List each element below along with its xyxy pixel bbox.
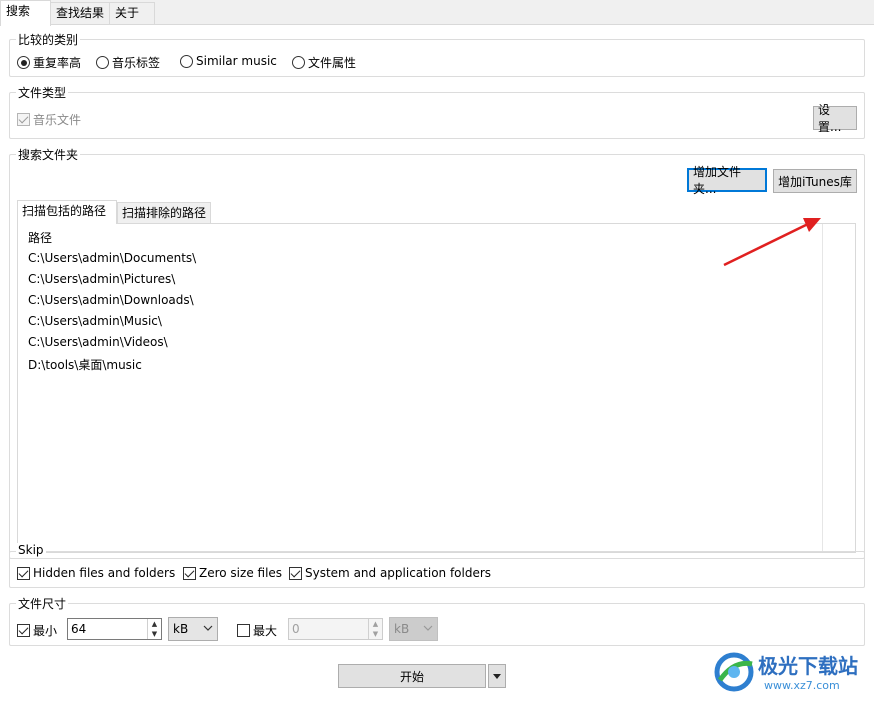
search-page: 比较的类别 重复率高 音乐标签 Similar music 文件属性 文件类型 … <box>0 25 874 704</box>
spinner-arrows[interactable]: ▲ ▼ <box>368 619 382 639</box>
add-itunes-button[interactable]: 增加iTunes库 <box>773 169 857 193</box>
radio-dot <box>17 56 30 69</box>
max-unit-select[interactable]: kB <box>389 617 438 641</box>
tab-include-label: 扫描包括的路径 <box>22 204 107 218</box>
radio-dot <box>96 56 109 69</box>
checkbox-box <box>237 624 250 637</box>
compare-group: 比较的类别 重复率高 音乐标签 Similar music 文件属性 <box>9 31 865 77</box>
start-button[interactable]: 开始 <box>338 664 486 688</box>
radio-dot <box>180 54 193 68</box>
list-item[interactable]: C:\Users\admin\Music\ <box>28 314 162 328</box>
max-unit-value: kB <box>394 622 410 636</box>
checkbox-label: System and application folders <box>305 566 492 580</box>
red-arrow-icon <box>723 218 821 267</box>
min-size-spinner[interactable]: 64 ▲ ▼ <box>67 618 162 640</box>
checkbox-box <box>17 624 30 637</box>
start-dropdown-button[interactable] <box>488 664 506 688</box>
checkbox-box <box>17 566 30 580</box>
radio-dot <box>292 56 305 69</box>
list-item[interactable]: C:\Users\admin\Downloads\ <box>28 293 194 307</box>
tab-results[interactable]: 查找结果 <box>50 2 110 24</box>
radio-label: 文件属性 <box>308 56 357 70</box>
max-size-checkbox[interactable]: 最大 <box>237 622 277 639</box>
compare-group-title: 比较的类别 <box>16 31 81 48</box>
watermark-name: 极光下载站 <box>758 654 858 678</box>
checkbox-label: 最大 <box>253 624 278 638</box>
spinner-arrows[interactable]: ▲ ▼ <box>147 619 161 639</box>
checkbox-label: Zero size files <box>199 566 283 580</box>
checkbox-box <box>289 566 302 580</box>
xz7-logo-icon <box>714 652 754 692</box>
watermark-url: www.xz7.com <box>764 679 840 692</box>
min-size-checkbox[interactable]: 最小 <box>17 622 57 639</box>
chevron-down-icon <box>423 625 433 631</box>
chevron-down-icon <box>203 625 213 631</box>
settings-button-label: 设置... <box>818 103 842 134</box>
spin-down-icon[interactable]: ▼ <box>369 629 382 639</box>
tab-search-label: 搜索 <box>6 4 31 18</box>
paths-list[interactable]: 路径 C:\Users\admin\Documents\ C:\Users\ad… <box>18 224 823 552</box>
checkbox-label: 最小 <box>33 624 58 638</box>
skip-zero-size-checkbox[interactable]: Zero size files <box>183 566 282 580</box>
radio-label: 重复率高 <box>33 56 82 70</box>
list-item[interactable]: C:\Users\admin\Documents\ <box>28 251 196 265</box>
column-header-path: 路径 <box>28 231 53 245</box>
tab-about[interactable]: 关于 <box>109 2 155 24</box>
tab-about-label: 关于 <box>115 6 140 20</box>
tab-include-paths[interactable]: 扫描包括的路径 <box>17 200 117 224</box>
search-folders-title: 搜索文件夹 <box>16 146 81 163</box>
filetype-group-title: 文件类型 <box>16 84 69 101</box>
radio-label: 音乐标签 <box>112 56 161 70</box>
chevron-down-icon <box>493 674 501 679</box>
min-unit-select[interactable]: kB <box>168 617 218 641</box>
add-folder-button[interactable]: 增加文件夹... <box>687 165 767 196</box>
filesize-group-title: 文件尺寸 <box>16 595 69 612</box>
main-tabbar: 搜索 查找结果 关于 <box>0 0 874 26</box>
radio-similar-music[interactable]: Similar music <box>180 54 277 68</box>
settings-button[interactable]: 设置... <box>813 103 857 134</box>
search-folders-group: 搜索文件夹 增加文件夹... 增加iTunes库 扫描包括的路径 扫描排除的路径… <box>9 146 865 559</box>
spin-up-icon[interactable]: ▲ <box>148 619 161 629</box>
spin-up-icon[interactable]: ▲ <box>369 619 382 629</box>
start-button-label: 开始 <box>399 669 424 684</box>
tab-results-label: 查找结果 <box>56 6 105 20</box>
skip-group-title: Skip <box>16 543 46 557</box>
radio-label: Similar music <box>196 54 277 68</box>
filetype-group: 文件类型 音乐文件 设置... <box>9 84 865 139</box>
min-size-value[interactable]: 64 <box>68 619 147 639</box>
radio-high-duplicate[interactable]: 重复率高 <box>17 54 81 71</box>
max-size-value[interactable]: 0 <box>289 619 368 639</box>
checkbox-label: Hidden files and folders <box>33 566 176 580</box>
tab-exclude-label: 扫描排除的路径 <box>122 206 207 220</box>
tab-search[interactable]: 搜索 <box>0 0 51 26</box>
list-item[interactable]: D:\tools\桌面\music <box>28 356 142 373</box>
skip-group: Skip Hidden files and folders Zero size … <box>9 543 865 588</box>
add-folder-label: 增加文件夹... <box>693 165 742 196</box>
min-unit-value: kB <box>173 622 189 636</box>
tab-exclude-paths[interactable]: 扫描排除的路径 <box>117 202 211 224</box>
checkbox-box <box>183 566 196 580</box>
checkbox-label: 音乐文件 <box>33 113 82 127</box>
max-size-spinner[interactable]: 0 ▲ ▼ <box>288 618 383 640</box>
checkbox-box <box>17 113 30 126</box>
radio-music-tags[interactable]: 音乐标签 <box>96 54 160 71</box>
skip-system-folders-checkbox[interactable]: System and application folders <box>289 566 491 580</box>
filesize-group: 文件尺寸 最小 64 ▲ ▼ kB 最大 0 ▲ ▼ kB <box>9 595 865 646</box>
add-itunes-label: 增加iTunes库 <box>778 174 852 189</box>
radio-file-attributes[interactable]: 文件属性 <box>292 54 356 71</box>
list-item[interactable]: C:\Users\admin\Pictures\ <box>28 272 175 286</box>
music-files-checkbox[interactable]: 音乐文件 <box>17 111 81 128</box>
watermark-logo: 极光下载站 www.xz7.com <box>712 646 868 701</box>
list-item[interactable]: C:\Users\admin\Videos\ <box>28 335 168 349</box>
skip-hidden-checkbox[interactable]: Hidden files and folders <box>17 566 175 580</box>
spin-down-icon[interactable]: ▼ <box>148 629 161 639</box>
